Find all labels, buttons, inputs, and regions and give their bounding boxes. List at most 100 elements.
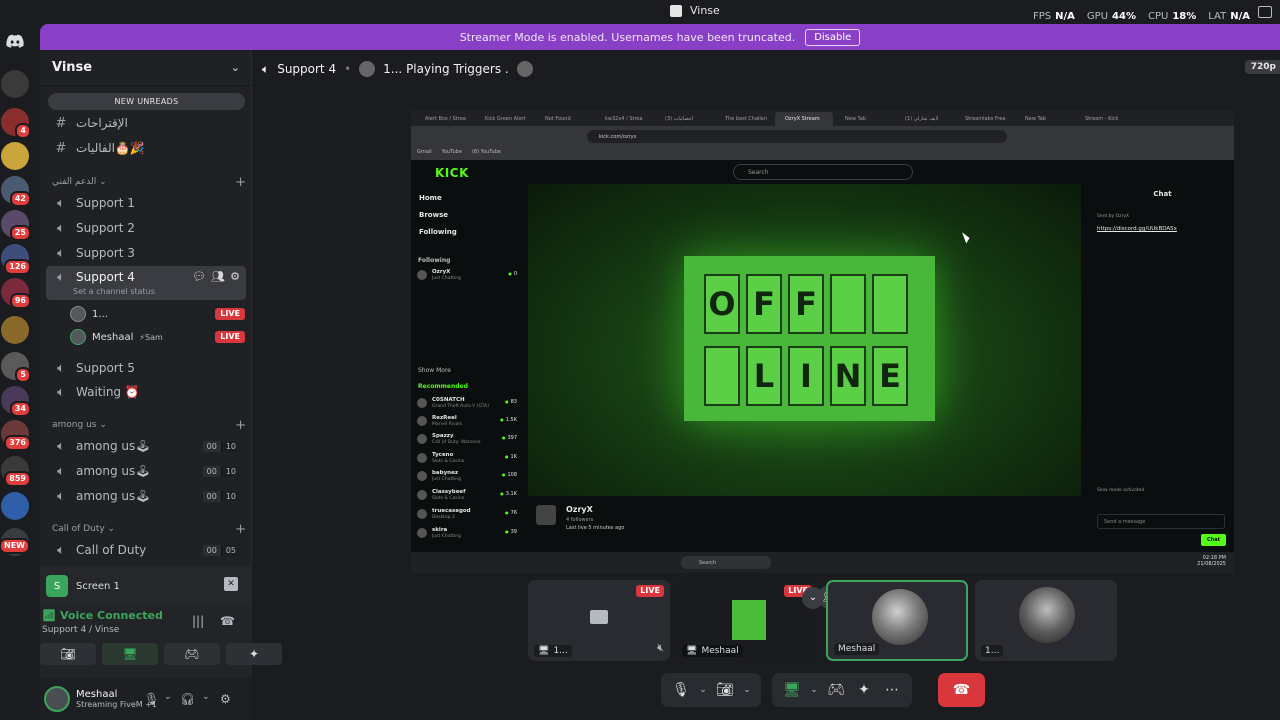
bookmarks-bar: Gmail YouTube (8) YouTube	[411, 148, 1234, 160]
voice-channel-support-2[interactable]: 🔈︎ Support 2	[46, 216, 246, 240]
browser-tab: Stream - Kick	[1085, 116, 1119, 122]
kick-channel-row: RezReelMarvel Rivals1.5K	[417, 414, 517, 430]
voice-channel-among-us[interactable]: 🔈︎ among us🕹 00 10	[46, 434, 246, 458]
text-channel[interactable]: # الفاليات🎂🎉	[46, 136, 246, 160]
kick-channel-row: ClassybeefSlots & Casino3.1K	[417, 488, 517, 504]
screen-share-view[interactable]: Alert Box / Strea Kick Green Alert Not F…	[411, 110, 1234, 573]
category-among-us[interactable]: among us ⌄ +	[52, 417, 246, 433]
screen-share-button[interactable]: 🖥︎	[102, 643, 158, 665]
screen-share-panel[interactable]: S Screen 1 ✕	[40, 566, 252, 606]
chevron-down-icon[interactable]: ⌄	[697, 685, 709, 695]
microphone-icon[interactable]: 🎙︎	[144, 692, 159, 706]
server-icon[interactable]: 96	[1, 278, 31, 309]
performance-stats: FPS N/A GPU 44% CPU 18% LAT N/A	[1033, 11, 1250, 22]
kick-logo: KICK	[435, 166, 469, 180]
banner-text: Streamer Mode is enabled. Usernames have…	[459, 30, 796, 44]
server-icon[interactable]	[1, 492, 29, 520]
disconnect-icon[interactable]: ☎	[220, 614, 235, 628]
server-icon[interactable]: 34	[1, 386, 31, 417]
camera-off-icon[interactable]: 📷︎	[713, 682, 737, 698]
address-bar: kick.com/ozryx	[411, 126, 1234, 148]
activity-button[interactable]: 🎮︎	[164, 643, 220, 665]
discord-home-icon[interactable]	[6, 34, 24, 48]
text-channel[interactable]: # الإقتراحات	[46, 111, 246, 135]
tile-label: 🖥︎ Meshaal	[682, 645, 743, 657]
add-channel-icon[interactable]: +	[235, 175, 246, 190]
server-icon[interactable]: 4	[1, 108, 31, 139]
voice-channel-waiting[interactable]: 🔈︎ Waiting ⏰	[46, 380, 246, 404]
voice-channel-among-us[interactable]: 🔈︎ among us🕹 00 10	[46, 484, 246, 508]
server-icon[interactable]: 376	[1, 420, 31, 451]
disconnect-button[interactable]: ☎	[938, 673, 985, 707]
participant-tile[interactable]: LIVE 🖥︎ Meshaal	[676, 580, 818, 661]
kick-channel-row: OzryXJust Chatting0	[417, 268, 517, 284]
server-icon[interactable]: NEW	[0, 528, 30, 556]
channel-status[interactable]: Set a channel status	[73, 287, 155, 296]
chevron-down-icon[interactable]: ⌄	[808, 685, 820, 695]
speaker-icon: 🔈︎	[57, 542, 65, 558]
participant-tile[interactable]: LIVE 🖥︎ 1... 🔇︎	[528, 580, 670, 661]
kick-channel-row: babynezJust Chatting108	[417, 469, 517, 485]
avatar[interactable]	[44, 686, 70, 712]
server-icon[interactable]	[1, 142, 29, 170]
audio-video-controls: 🎙︎ ⌄ 📷︎ ⌄	[661, 673, 761, 707]
chevron-down-icon[interactable]: ⌄	[164, 692, 172, 702]
avatar	[359, 61, 376, 77]
participant-tile[interactable]: Meshaal	[826, 580, 968, 661]
participant-tile[interactable]: 1...	[975, 580, 1117, 661]
chat-icon[interactable]: 💬︎	[192, 270, 206, 283]
disable-streamer-mode-button[interactable]: Disable	[805, 28, 861, 46]
stop-screen-share-icon[interactable]: ✕	[224, 577, 238, 591]
category-support[interactable]: الدعم الفني ⌄ +	[52, 174, 246, 190]
activity-icon[interactable]: 🎮︎	[824, 682, 848, 698]
stream-quality-badge[interactable]: 720p	[1244, 60, 1280, 74]
server-icon[interactable]: 42	[1, 176, 31, 207]
soundboard-button[interactable]: ✦	[226, 643, 282, 665]
avatar	[536, 505, 556, 525]
voice-channel-support-3[interactable]: 🔈︎ Support 3	[46, 241, 246, 265]
server-header[interactable]: Vinse ⌄	[40, 50, 252, 86]
browser-tab: The best Challen	[725, 116, 768, 122]
headset-icon[interactable]: 🎧︎	[180, 692, 195, 706]
chevron-down-icon[interactable]: ⌄	[202, 692, 210, 702]
voice-channel-among-us[interactable]: 🔈︎ among us🕹 00 10	[46, 459, 246, 483]
gear-icon[interactable]: ⚙	[220, 692, 231, 706]
window-restore-button[interactable]	[1258, 6, 1272, 18]
invite-icon[interactable]: 👥︎	[211, 270, 225, 283]
voice-channel-support-4[interactable]: 🔈︎ Support 4 Set a channel status 💬︎ 👥︎ …	[46, 266, 246, 300]
category-call-of-duty[interactable]: Call of Duty ⌄ +	[52, 521, 246, 537]
voice-user[interactable]: 1... LIVE	[70, 303, 245, 325]
speaker-icon: 🔈︎	[57, 195, 65, 211]
kick-channel-row: truecasegodDesktop 276	[417, 507, 517, 523]
title-bar: Vinse FPS N/A GPU 44% CPU 18% LAT N/A	[0, 0, 1280, 24]
voice-user[interactable]: Meshaal ⚡Sam LIVE	[70, 326, 245, 348]
server-icon[interactable]	[1, 316, 29, 344]
server-icon[interactable]	[1, 70, 29, 98]
add-channel-icon[interactable]: +	[235, 418, 246, 433]
server-icon[interactable]: 859	[1, 456, 31, 487]
voice-channel-support-5[interactable]: 🔈︎ Support 5	[46, 356, 246, 380]
kick-show-more: Show More	[418, 367, 451, 374]
server-icon[interactable]: 25	[1, 210, 31, 241]
camera-off-button[interactable]: 📷︎	[40, 643, 96, 665]
soundboard-icon[interactable]: ✦	[852, 682, 876, 698]
stage-channel-name: Support 4	[277, 62, 337, 76]
avatar	[70, 306, 86, 322]
server-icon[interactable]: 126	[1, 244, 31, 275]
microphone-icon[interactable]: 🎙︎	[669, 682, 693, 698]
new-unreads-pill[interactable]: NEW UNREADS	[48, 93, 245, 110]
voice-channel-call-of-duty[interactable]: 🔈︎ Call of Duty 00 05	[46, 538, 246, 562]
server-icon[interactable]: 5	[1, 352, 31, 383]
voice-channel-support-1[interactable]: 🔈︎ Support 1	[46, 191, 246, 215]
browser-tab: New Tab	[845, 116, 866, 122]
voice-status[interactable]: 📶︎ Voice Connected	[40, 609, 163, 622]
chevron-down-icon[interactable]: ⌄	[741, 685, 753, 695]
gear-icon[interactable]: ⚙	[230, 270, 240, 283]
noise-suppression-icon[interactable]: |||	[192, 614, 204, 628]
add-channel-icon[interactable]: +	[235, 522, 246, 537]
stage-activity: 1... Playing Triggers .	[383, 62, 509, 76]
taskbar-clock: 02:18 PM 21/08/2025	[1197, 555, 1226, 567]
screen-share-icon[interactable]: 🖥︎	[780, 682, 804, 698]
avatar	[1019, 587, 1075, 643]
more-icon[interactable]: ⋯	[880, 682, 904, 698]
